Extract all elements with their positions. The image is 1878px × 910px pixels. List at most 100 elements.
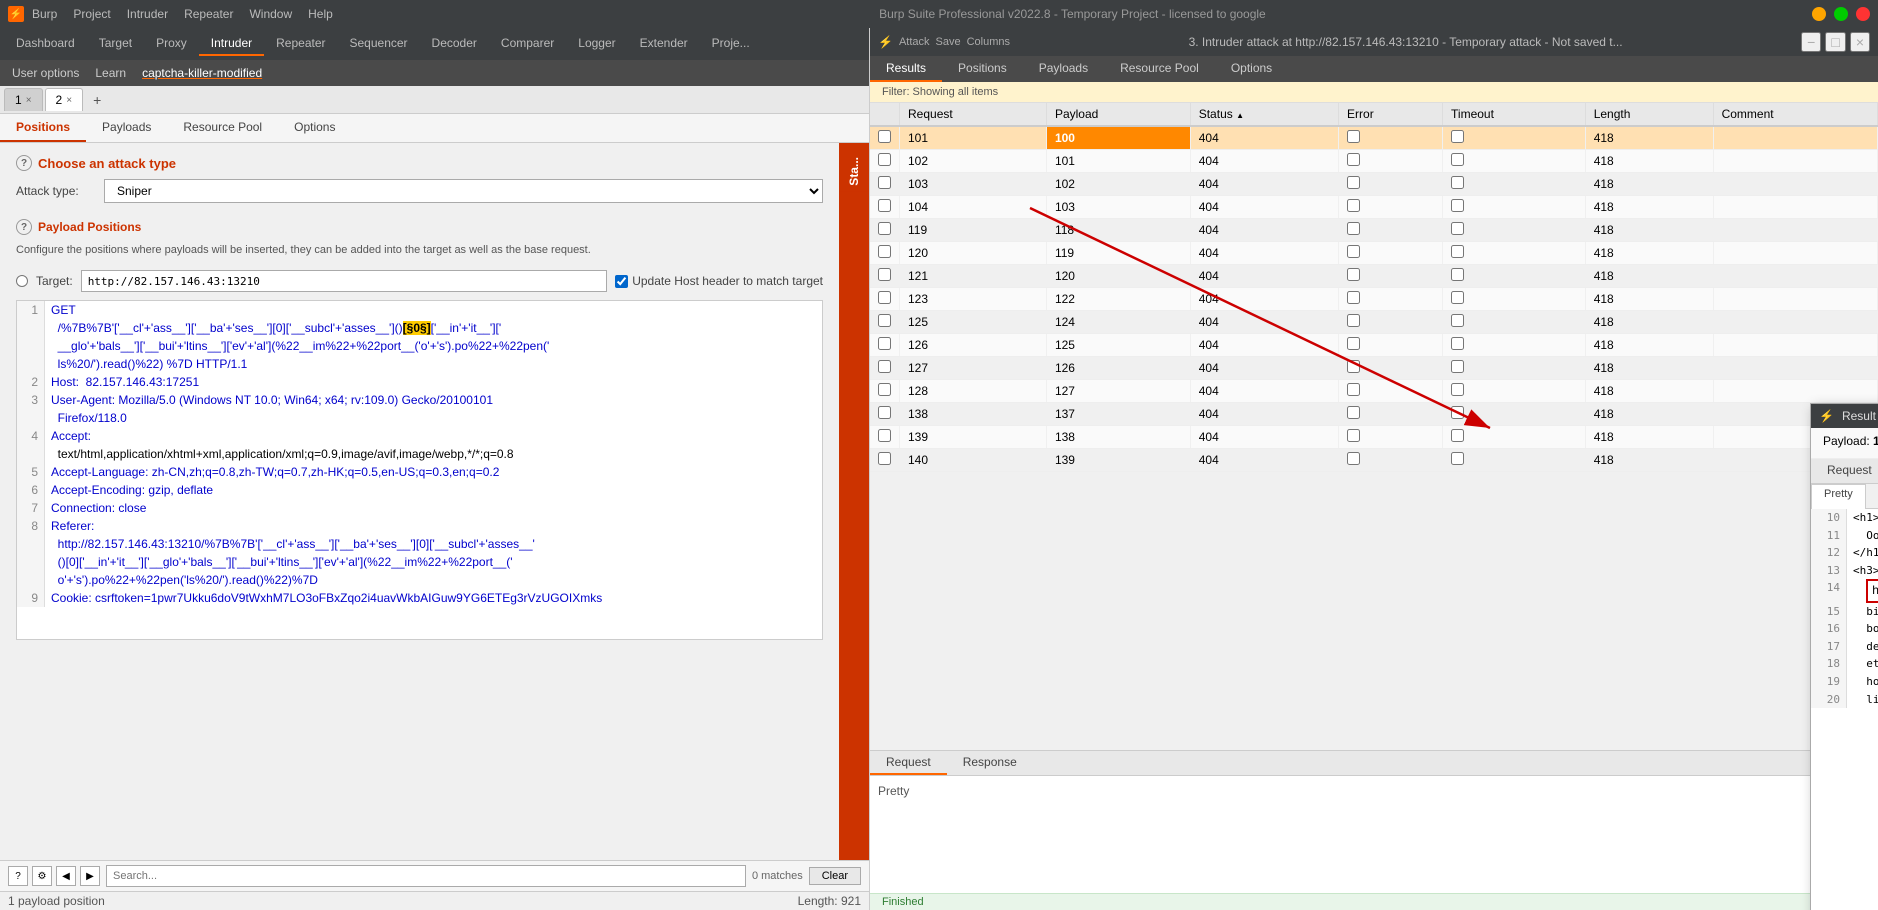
update-host-checkbox[interactable] [615,275,628,288]
attack-minimize[interactable]: − [1801,32,1821,52]
nav-repeater[interactable]: Repeater [264,32,337,56]
search-help-icon[interactable]: ? [8,866,28,886]
nav-sequencer[interactable]: Sequencer [338,32,420,56]
nav-project[interactable]: Proje... [700,32,762,56]
window-controls[interactable] [1812,7,1870,21]
nav-comparer[interactable]: Comparer [489,32,566,56]
col-status[interactable]: Status ▲ [1190,103,1338,126]
table-row[interactable]: 120119404 418 [870,242,1878,265]
error-checkbox[interactable] [1347,153,1360,166]
menu-repeater[interactable]: Repeater [184,7,233,21]
table-row[interactable]: 126125404 418 [870,334,1878,357]
sub-code-line-11: 11 Oops! That page doesn't exist. [1811,527,1878,545]
panel-tab-positions[interactable]: Positions [0,114,86,142]
checkbox-update-host[interactable]: Update Host header to match target [615,274,823,288]
timeout-checkbox[interactable] [1451,130,1464,143]
filter-bar[interactable]: Filter: Showing all items [870,82,1878,103]
minimize-button[interactable] [1812,7,1826,21]
search-prev-icon[interactable]: ◀ [56,866,76,886]
search-clear-button[interactable]: Clear [809,867,861,885]
table-row[interactable]: 128127404 418 [870,380,1878,403]
timeout-checkbox[interactable] [1451,153,1464,166]
menu-help[interactable]: Help [308,7,333,21]
target-input[interactable] [81,270,608,292]
sub-code-line-12: 12 </h1> [1811,544,1878,562]
menu-bar[interactable]: Burp Project Intruder Repeater Window He… [32,7,333,21]
table-row[interactable]: 103102404 418 [870,173,1878,196]
table-row[interactable]: 102 101 404 418 [870,150,1878,173]
payload-positions-info-icon[interactable]: ? [16,219,32,235]
attack-close[interactable]: × [1850,32,1870,52]
attack-maximize[interactable]: □ [1825,32,1845,52]
tab-1[interactable]: 1 × [4,88,43,111]
sub-nav-learn[interactable]: Learn [87,64,134,82]
col-payload[interactable]: Payload [1046,103,1190,126]
menu-burp[interactable]: Burp [32,7,57,21]
table-row[interactable]: 101 100 404 418 [870,126,1878,150]
inner-tab-pretty[interactable]: Pretty [1811,484,1866,509]
attack-menu-save[interactable]: Save [936,36,961,48]
req-tab-request[interactable]: Request [870,751,947,775]
menu-window[interactable]: Window [249,7,292,21]
close-button[interactable] [1856,7,1870,21]
row-checkbox[interactable] [878,176,891,189]
table-row[interactable]: 125124404 418 [870,311,1878,334]
row-checkbox[interactable] [878,153,891,166]
nav-proxy[interactable]: Proxy [144,32,199,56]
code-line-7: Firefox/118.0 [17,409,822,427]
table-row[interactable]: 104103404 418 [870,196,1878,219]
search-next-icon[interactable]: ▶ [80,866,100,886]
tab-add[interactable]: + [85,90,109,110]
panel-tab-options[interactable]: Options [278,114,351,142]
table-row[interactable]: 123122404 418 [870,288,1878,311]
nav-dashboard[interactable]: Dashboard [4,32,87,56]
table-row[interactable]: 139138404 418 [870,426,1878,449]
attack-window-title: 3. Intruder attack at http://82.157.146.… [1010,35,1801,49]
attack-menu-attack[interactable]: Attack [899,36,930,48]
table-row[interactable]: 121120404 418 [870,265,1878,288]
panel-tab-payloads[interactable]: Payloads [86,114,167,142]
search-settings-icon[interactable]: ⚙ [32,866,52,886]
attack-tab-options[interactable]: Options [1215,56,1288,82]
start-attack-button[interactable]: Sta... [839,151,869,192]
attack-tab-positions[interactable]: Positions [942,56,1023,82]
sub-nav-user-options[interactable]: User options [4,64,87,82]
row-checkbox[interactable] [878,130,891,143]
sub-nav-plugin[interactable]: captcha-killer-modified [134,64,270,82]
maximize-button[interactable] [1834,7,1848,21]
col-length[interactable]: Length [1585,103,1713,126]
tab-2-close[interactable]: × [66,95,72,106]
nav-decoder[interactable]: Decoder [420,32,489,56]
attack-menu-columns[interactable]: Columns [967,36,1010,48]
menu-intruder[interactable]: Intruder [127,7,168,21]
attack-tab-payloads[interactable]: Payloads [1023,56,1104,82]
app-icon: ⚡ [8,6,24,22]
col-timeout[interactable]: Timeout [1443,103,1586,126]
attack-tab-resource-pool[interactable]: Resource Pool [1104,56,1215,82]
table-row[interactable]: 140139404 418 [870,449,1878,472]
col-request[interactable]: Request [900,103,1047,126]
req-tab-response[interactable]: Response [947,751,1033,775]
tab-1-close[interactable]: × [26,95,32,106]
attack-type-select[interactable]: Sniper [104,179,823,203]
nav-extender[interactable]: Extender [628,32,700,56]
panel-tab-resource-pool[interactable]: Resource Pool [167,114,278,142]
error-checkbox[interactable] [1347,130,1360,143]
table-row[interactable]: 127126404 418 [870,357,1878,380]
search-icons: ? ⚙ ◀ ▶ [8,866,100,886]
col-error[interactable]: Error [1339,103,1443,126]
nav-logger[interactable]: Logger [566,32,627,56]
search-input[interactable] [106,865,746,887]
sub-tab-request[interactable]: Request [1811,459,1878,483]
attack-type-info-icon[interactable]: ? [16,155,32,171]
col-comment[interactable]: Comment [1713,103,1877,126]
table-row[interactable]: 119118404 418 [870,219,1878,242]
table-row[interactable]: 138137404 418 [870,403,1878,426]
tab-2[interactable]: 2 × [45,88,84,111]
target-radio[interactable] [16,275,28,287]
menu-project[interactable]: Project [73,7,110,21]
nav-target[interactable]: Target [87,32,144,56]
inner-tab-raw[interactable]: Raw [1866,484,1878,508]
attack-tab-results[interactable]: Results [870,56,942,82]
nav-intruder[interactable]: Intruder [199,32,264,56]
